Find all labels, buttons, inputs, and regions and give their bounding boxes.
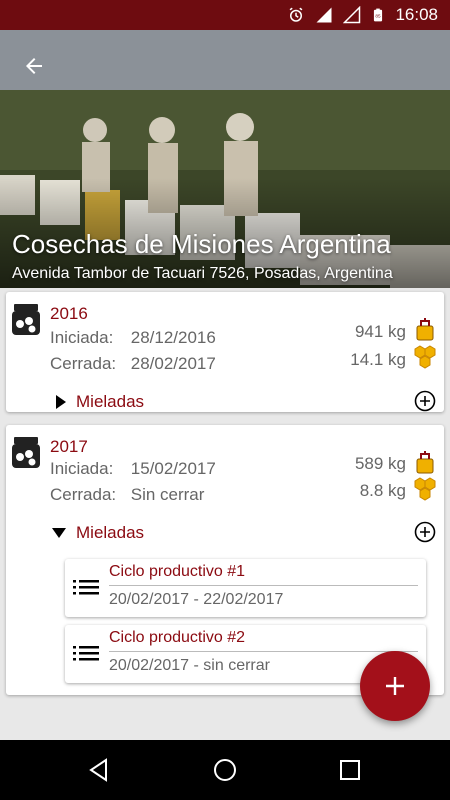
status-icons: 85 16:08 — [287, 0, 438, 30]
started-date: 15/02/2017 — [130, 459, 216, 478]
closed-label: Cerrada: — [50, 354, 117, 373]
comb-weight: 8.8 kg — [359, 481, 406, 500]
nav-home-icon[interactable] — [210, 755, 240, 785]
page-address: Avenida Tambor de Tacuari 7526, Posadas,… — [12, 265, 393, 282]
harvest-year: 2016 — [50, 304, 88, 323]
add-mielada-button[interactable] — [414, 521, 436, 543]
closed-date: Sin cerrar — [130, 485, 205, 504]
page-title: Cosechas de Misiones Argentina — [12, 229, 391, 259]
honey-jar-icon — [12, 304, 40, 335]
honeycomb-icon — [414, 345, 436, 369]
cycle-title: Ciclo productivo #1 — [109, 563, 246, 580]
started-date: 28/12/2016 — [130, 328, 216, 347]
battery-icon: 85 — [374, 8, 383, 22]
no-sim-icon — [343, 6, 361, 24]
cycle-item[interactable]: Ciclo productivo #1 20/02/2017 - 22/02/2… — [65, 559, 426, 617]
honey-extractor-icon — [416, 451, 434, 474]
started-label: Iniciada: — [50, 328, 114, 347]
plus-icon — [386, 677, 404, 695]
alarm-icon — [290, 7, 303, 22]
header-image: Cosechas de Misiones Argentina Avenida T… — [0, 30, 450, 288]
list-icon — [73, 646, 99, 661]
battery-level: 85 — [376, 13, 382, 18]
mieladas-toggle[interactable]: Mieladas — [56, 392, 144, 412]
harvest-year: 2017 — [50, 437, 88, 456]
back-button[interactable] — [14, 46, 54, 86]
mieladas-label: Mieladas — [76, 392, 145, 411]
cycle-dates: 20/02/2017 - 22/02/2017 — [109, 591, 284, 608]
closed-label: Cerrada: — [50, 485, 117, 504]
system-nav-bar — [0, 740, 450, 800]
honey-jar-icon — [12, 437, 40, 468]
triangle-right-icon — [56, 395, 66, 409]
honeycomb-icon — [414, 477, 436, 501]
signal-icon — [316, 7, 332, 23]
list-icon — [73, 580, 99, 595]
nav-recents-icon[interactable] — [335, 755, 365, 785]
harvest-card-2016[interactable]: 2016 Iniciada: 28/12/2016 Cerrada: 28/02… — [6, 292, 444, 412]
nav-back-icon[interactable] — [84, 755, 114, 785]
add-mielada-button[interactable] — [414, 390, 436, 412]
status-time: 16:08 — [395, 5, 438, 24]
triangle-down-icon — [52, 528, 66, 538]
comb-weight: 14.1 kg — [350, 350, 406, 369]
arrow-back-icon — [26, 58, 42, 74]
cycle-divider — [109, 585, 418, 586]
harvest-closed-row: Cerrada: 28/02/2017 — [50, 354, 216, 374]
honey-weight: 589 kg — [354, 454, 406, 473]
harvest-started-row: Iniciada: 28/12/2016 — [50, 328, 216, 348]
harvest-closed-row: Cerrada: Sin cerrar — [50, 485, 204, 505]
mieladas-label: Mieladas — [76, 523, 145, 542]
honey-extractor-icon — [416, 318, 434, 341]
cycle-title: Ciclo productivo #2 — [109, 629, 246, 646]
closed-date: 28/02/2017 — [130, 354, 216, 373]
honey-weight: 941 kg — [354, 322, 406, 341]
status-bar: 85 16:08 — [0, 0, 450, 30]
started-label: Iniciada: — [50, 459, 114, 478]
mieladas-toggle[interactable]: Mieladas — [52, 523, 144, 543]
cycle-dates: 20/02/2017 - sin cerrar — [109, 657, 270, 674]
harvest-started-row: Iniciada: 15/02/2017 — [50, 459, 216, 479]
add-fab-button[interactable] — [360, 651, 430, 721]
cycle-divider — [109, 651, 418, 652]
